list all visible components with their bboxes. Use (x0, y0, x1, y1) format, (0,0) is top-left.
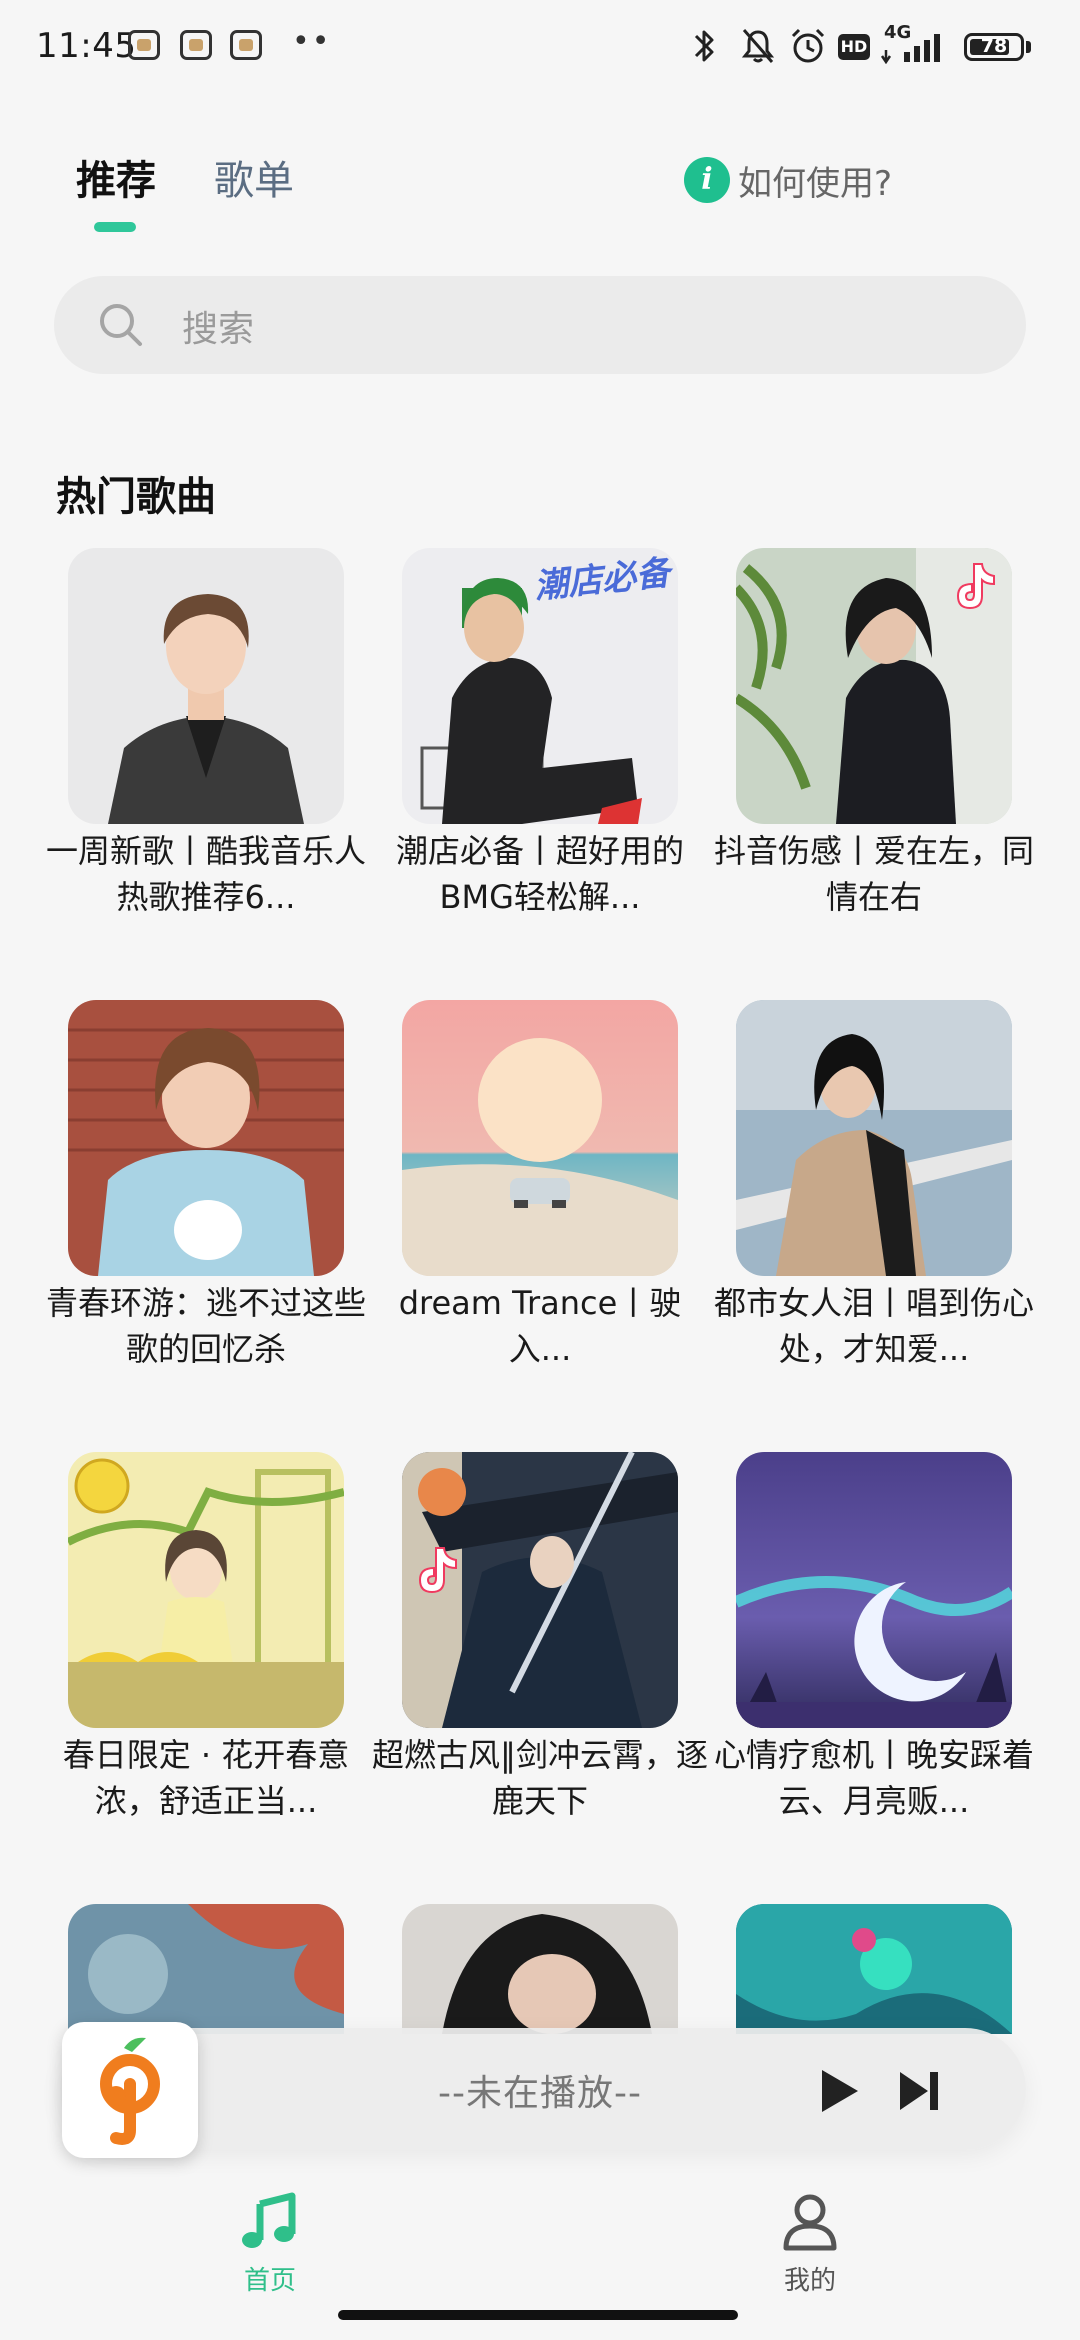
screen: 11:45 •• HD 4G 78 推荐 歌单 i 如何使用? 搜索 热门歌曲 … (0, 0, 1080, 2340)
playlist-cover (402, 1904, 678, 2034)
playlist-title: dream Trance丨驶入... (398, 1284, 682, 1368)
playlist-title: 青春环游：逃不过这些歌的回忆杀 (45, 1284, 366, 1368)
nav-home-label: 首页 (243, 2266, 296, 2296)
alarm-icon (791, 28, 825, 63)
playlist-title: 春日限定 · 花开春意浓，舒适正当... (62, 1736, 350, 1820)
person-icon (783, 2194, 837, 2251)
tiktok-logo-icon (956, 563, 995, 610)
battery-tip (1026, 41, 1031, 53)
playlist-cover (736, 1452, 1012, 1728)
player-status: --未在播放-- (438, 2073, 642, 2114)
app-icon-2 (180, 30, 212, 60)
play-icon[interactable] (812, 2064, 866, 2118)
music-note-icon (242, 2192, 296, 2248)
home-indicator-bar (338, 2310, 738, 2320)
tab-playlists[interactable]: 歌单 (214, 148, 294, 206)
playlist-cover: 潮店必备 (402, 548, 678, 824)
hd-icon: HD (838, 34, 870, 60)
next-track-icon[interactable] (894, 2064, 946, 2118)
active-tab-indicator (94, 222, 136, 232)
section-title-hot-songs: 热门歌曲 (56, 474, 216, 520)
search-placeholder: 搜索 (182, 309, 255, 350)
mute-icon (741, 29, 775, 63)
status-time: 11:45 (36, 26, 137, 66)
playlist-cover (68, 548, 344, 824)
playlist-title: 都市女人泪丨唱到伤心处，才知爱... (713, 1284, 1034, 1368)
playlist-cover (736, 548, 1012, 824)
how-to-use-button[interactable]: i 如何使用? (684, 150, 892, 210)
tab-recommend[interactable]: 推荐 (76, 148, 156, 206)
tiktok-logo-icon (418, 1547, 457, 1594)
playlist-cover (402, 1452, 678, 1728)
playlist-title: 抖音伤感丨爱在左，同情在右 (713, 832, 1034, 916)
app-logo[interactable] (62, 2022, 198, 2158)
playlist-title: 心情疗愈机丨晚安踩着云、月亮贩... (713, 1736, 1034, 1820)
app-icon-3 (230, 30, 262, 60)
playlist-title: 一周新歌丨酷我音乐人热歌推荐6... (45, 832, 366, 916)
nav-profile[interactable]: 我的 (730, 2190, 890, 2297)
playlist-title: 超燃古风‖剑冲云霄，逐鹿天下 (372, 1736, 709, 1820)
info-icon: i (684, 157, 730, 203)
playlist-cover (736, 1000, 1012, 1276)
playlist-cover (68, 1904, 344, 2034)
search-input[interactable]: 搜索 (54, 276, 1026, 374)
playlist-cover (736, 1904, 1012, 2034)
nav-home[interactable]: 首页 (190, 2190, 350, 2297)
playlist-cover (68, 1000, 344, 1276)
status-bar: 11:45 •• HD 4G 78 (0, 0, 1080, 96)
how-to-use-label: 如何使用? (738, 163, 893, 204)
playlist-cover (402, 1000, 678, 1276)
search-icon (100, 304, 142, 346)
nav-profile-label: 我的 (783, 2266, 836, 2296)
signal-icon (880, 34, 940, 64)
orange-note-logo-icon (100, 2037, 160, 2145)
bluetooth-icon (694, 30, 714, 62)
app-icon-1 (128, 30, 160, 60)
playlist-title: 潮店必备丨超好用的BMG轻松解... (395, 832, 684, 916)
playlist-cover (68, 1452, 344, 1728)
battery-icon: 78 (964, 33, 1024, 61)
more-dots-icon: •• (292, 24, 332, 59)
